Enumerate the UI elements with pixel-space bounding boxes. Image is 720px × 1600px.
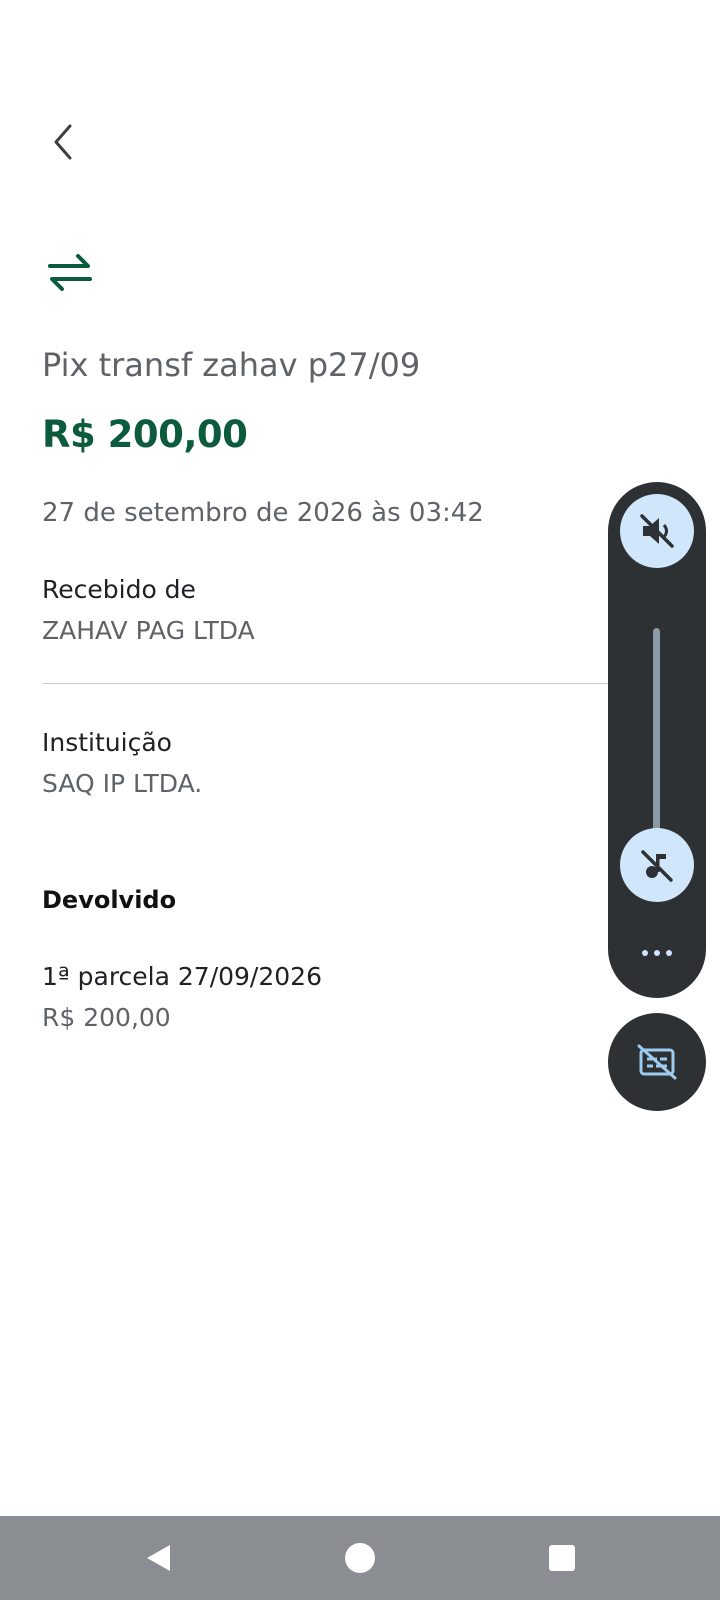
nav-back-icon — [147, 1545, 170, 1571]
volume-slider[interactable] — [653, 628, 660, 858]
installment-label: 1ª parcela 27/09/2026 — [42, 962, 322, 991]
nav-home-icon — [345, 1543, 375, 1573]
volume-panel — [608, 482, 706, 998]
ringer-mute-button[interactable] — [620, 494, 694, 568]
institution-value: SAQ IP LTDA. — [42, 769, 203, 798]
nav-recents-icon — [549, 1545, 575, 1571]
received-from-value: ZAHAV PAG LTDA — [42, 616, 255, 645]
institution-label: Instituição — [42, 728, 172, 757]
media-volume-button[interactable] — [620, 828, 694, 902]
more-options-button[interactable] — [632, 938, 682, 968]
nav-recents-button[interactable] — [540, 1536, 584, 1580]
transfer-arrows-icon — [46, 248, 96, 296]
divider — [42, 683, 702, 684]
transaction-amount: R$ 200,00 — [42, 413, 248, 456]
more-horizontal-icon — [639, 950, 675, 956]
nav-home-button[interactable] — [338, 1536, 382, 1580]
system-navigation-bar — [0, 1516, 720, 1600]
live-caption-button[interactable] — [608, 1013, 706, 1111]
received-from-label: Recebido de — [42, 575, 196, 604]
chevron-left-icon — [54, 124, 72, 160]
nav-back-button[interactable] — [137, 1536, 181, 1580]
refund-section-title: Devolvido — [42, 886, 177, 914]
transaction-datetime: 27 de setembro de 2026 às 03:42 — [42, 498, 484, 528]
music-note-off-icon — [641, 850, 673, 882]
volume-muted-icon — [640, 514, 674, 548]
transaction-title: Pix transf zahav p27/09 — [42, 346, 421, 384]
captions-off-icon — [637, 1044, 677, 1080]
back-button[interactable] — [44, 114, 84, 170]
installment-value: R$ 200,00 — [42, 1003, 171, 1032]
